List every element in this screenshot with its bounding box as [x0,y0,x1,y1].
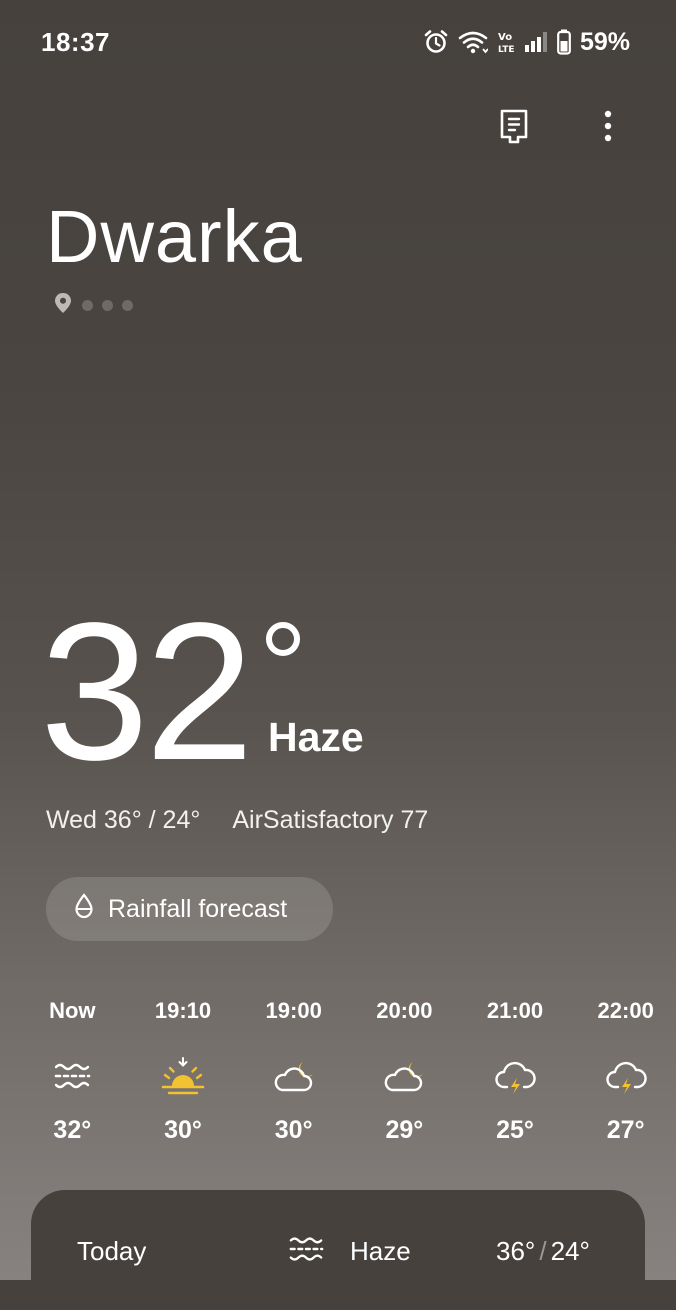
wifi-icon [458,29,488,55]
hourly-item: 22:00 27° [570,998,676,1145]
status-icons: Vo LTE 59% [423,26,630,58]
hourly-item: Now 32° [17,998,128,1145]
temp-separator: / [539,1236,547,1266]
partly-cloudy-night-icon [270,1056,318,1101]
hourly-item: 21:00 25° [460,998,571,1145]
rainfall-forecast-button[interactable]: Rainfall forecast [46,877,333,941]
daily-condition: Haze [350,1236,411,1266]
status-bar: 18:37 Vo LTE 59% [0,0,676,84]
signal-icon [524,30,548,54]
hourly-item: 20:00 29° [349,998,460,1145]
svg-text:LTE: LTE [498,45,515,55]
location-page-indicator[interactable] [53,292,133,319]
hourly-temp: 29° [385,1116,424,1144]
hourly-temp: 25° [496,1116,534,1144]
hourly-time: 21:00 [486,998,544,1023]
svg-text:Vo: Vo [498,32,512,43]
hourly-item: 19:00 30° [238,998,349,1145]
battery-icon [557,29,571,55]
rainfall-forecast-label: Rainfall forecast [108,894,288,923]
current-condition: Haze [268,714,364,760]
daily-temps: 36°/24° [496,1236,590,1267]
daily-day: Today [77,1236,147,1266]
hourly-temp: 32° [53,1116,92,1144]
droplet-icon [74,892,94,926]
haze-icon [287,1237,325,1268]
hourly-time: Now [49,998,96,1023]
page-dot [82,300,93,311]
sunset-icon [161,1056,205,1101]
document-icon [498,108,530,149]
summary-row: Wed 36° / 24° AirSatisfactory 77 [46,806,428,835]
hourly-time: 19:10 [154,998,212,1023]
thunderstorm-icon [604,1056,648,1101]
current-temperature: 32 [40,582,254,801]
alarm-icon [423,29,449,55]
volte-icon: Vo LTE [497,29,515,55]
page-dot [102,300,113,311]
hourly-forecast[interactable]: Now 32° 19:10 30° 19:00 30° 20:00 29° 21… [17,998,676,1145]
daily-high: 36° [496,1236,536,1266]
hourly-temp: 30° [274,1116,313,1144]
city-name: Dwarka [46,195,303,278]
daily-low: 24° [550,1236,590,1266]
hourly-temp: 30° [164,1116,202,1144]
hourly-time: 19:00 [265,998,322,1023]
air-quality[interactable]: AirSatisfactory 77 [232,806,428,835]
more-options-button[interactable] [588,108,628,148]
partly-cloudy-night-icon [380,1056,428,1101]
location-pin-icon [53,292,73,319]
day-range: Wed 36° / 24° [46,806,201,834]
page-dot [122,300,133,311]
header-actions [494,108,628,148]
hourly-time: 20:00 [376,998,433,1023]
daily-forecast-card[interactable]: Today Haze 36°/24° [31,1190,645,1310]
degree-symbol [266,622,300,656]
clock: 18:37 [41,27,110,57]
hourly-item: 19:10 30° [128,998,239,1145]
thunderstorm-icon [493,1056,537,1101]
hourly-temp: 27° [606,1116,645,1144]
document-button[interactable] [494,108,534,148]
battery-percent: 59% [579,27,630,56]
hourly-time: 22:00 [597,998,654,1023]
more-vertical-icon [603,110,613,147]
haze-icon [52,1061,92,1096]
